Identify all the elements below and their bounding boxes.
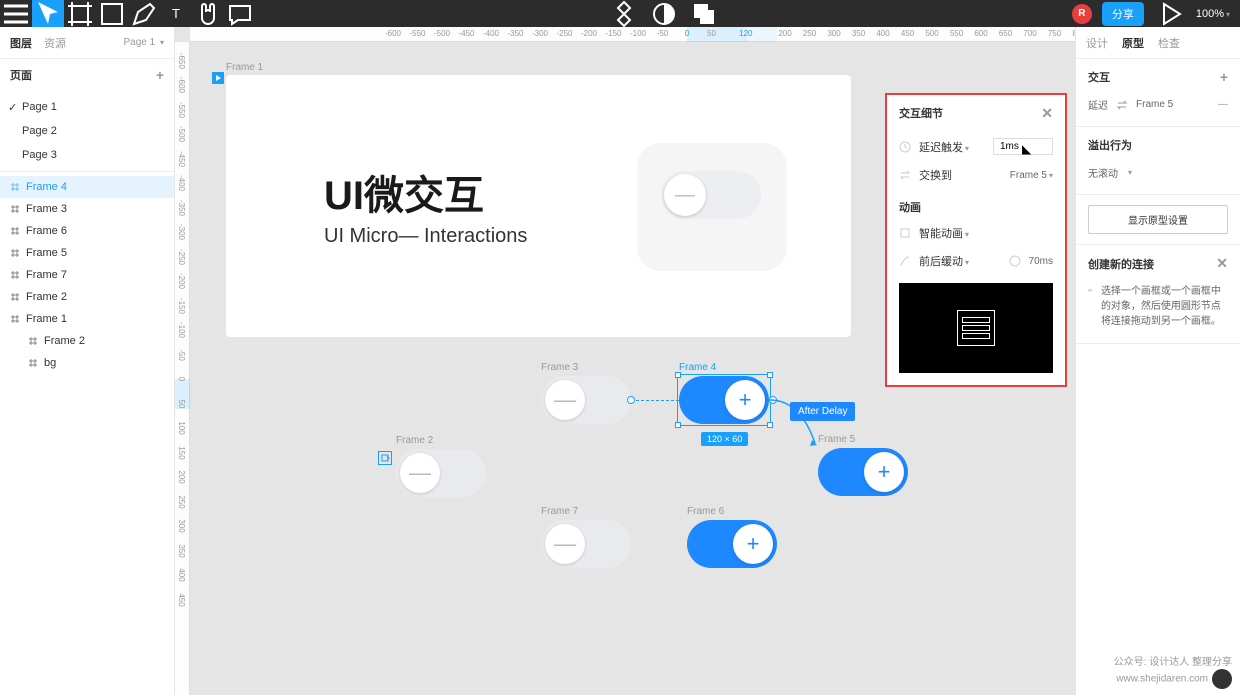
tab-prototype[interactable]: 原型 [1122, 35, 1144, 51]
frame-7[interactable]: Frame 7 — [541, 520, 631, 568]
frame4-label: Frame 4 [679, 362, 716, 373]
layer-item[interactable]: Frame 3 [0, 198, 174, 220]
zoom-level[interactable]: 100%▾ [1196, 8, 1230, 20]
frame-2[interactable]: Frame 2 — [396, 449, 486, 497]
user-avatar[interactable]: R [1072, 4, 1092, 24]
present-button[interactable] [1154, 0, 1186, 27]
cursor-icon: ◣ [1022, 142, 1031, 156]
layer-item[interactable]: Frame 7 [0, 264, 174, 286]
frame1-subtitle: UI Micro— Interactions [324, 225, 527, 248]
frame5-label: Frame 5 [818, 434, 855, 445]
layer-item[interactable]: Frame 4 [0, 176, 174, 198]
close-detail-button[interactable]: ✕ [1041, 105, 1053, 122]
interaction-row[interactable]: 延迟 Frame 5 — [1088, 93, 1228, 116]
layer-item[interactable]: Frame 5 [0, 242, 174, 264]
pen-tool[interactable] [128, 0, 160, 27]
top-toolbar: T R 分享 100%▾ [0, 0, 1240, 27]
hand-tool[interactable] [192, 0, 224, 27]
add-page-button[interactable]: + [156, 67, 164, 83]
toggle-large: — [661, 171, 761, 219]
pages-header: 页面 [10, 67, 32, 83]
text-tool[interactable]: T [160, 0, 192, 27]
page-selector[interactable]: Page 1 ▾ [124, 37, 165, 48]
interaction-detail-panel: 交互细节 ✕ 延迟触发▾ 交换到 Frame 5▾ 动画 智能动画▾ [885, 93, 1067, 387]
move-tool[interactable] [32, 0, 64, 27]
interactions-header: 交互 [1088, 69, 1110, 85]
duration-icon [1009, 255, 1021, 267]
frame-tool[interactable] [64, 0, 96, 27]
frame-1[interactable]: UI微交互 UI Micro— Interactions — [226, 75, 851, 337]
swap-label[interactable]: 交换到 [919, 167, 1002, 183]
component-icon[interactable] [608, 0, 640, 27]
tab-assets[interactable]: 资源 [44, 35, 66, 51]
toggle-container: — [637, 143, 787, 271]
mask-icon[interactable] [648, 0, 680, 27]
selection-box [677, 374, 771, 426]
frame-6[interactable]: Frame 6 + [687, 520, 777, 568]
page-item[interactable]: Page 1 [0, 95, 174, 119]
swap-target[interactable]: Frame 5▾ [1010, 170, 1053, 181]
new-connection-help: 选择一个画框或一个画框中的对象，然后使用圆形节点将连接拖动到另一个画框。 [1101, 284, 1228, 329]
ruler-vertical: -650-600-550-500-450-400-350-300-250-200… [175, 42, 190, 695]
frame3-label: Frame 3 [541, 362, 578, 373]
easing-label[interactable]: 前后缓动▾ [919, 253, 1001, 269]
layers-panel: 图层 资源 Page 1 ▾ 页面 + Page 1Page 2Page 3 F… [0, 27, 175, 695]
trigger-label[interactable]: 延迟触发▾ [919, 139, 985, 155]
layer-item[interactable]: Frame 2 [0, 330, 174, 352]
layer-item[interactable]: Frame 2 [0, 286, 174, 308]
overflow-header: 溢出行为 [1088, 137, 1132, 153]
inspector-panel: 设计 原型 检查 交互 + 延迟 Frame 5 — 溢出行为 无滚动▾ 显示原… [1075, 27, 1240, 695]
comment-tool[interactable] [224, 0, 256, 27]
connection-help-icon [1088, 284, 1093, 298]
close-new-connection[interactable]: ✕ [1216, 255, 1228, 272]
page-item[interactable]: Page 3 [0, 143, 174, 167]
swap-icon [899, 169, 911, 181]
swap-icon [1116, 99, 1128, 111]
union-icon[interactable] [688, 0, 720, 27]
canvas-area[interactable]: -600-550-500-450-400-350-300-250-200-150… [175, 27, 1075, 695]
layer-item[interactable]: Frame 1 [0, 308, 174, 330]
easing-duration[interactable]: 70ms [1029, 256, 1053, 267]
animation-preview [899, 283, 1053, 373]
clock-icon [899, 141, 911, 153]
prototype-icon[interactable] [378, 451, 392, 465]
shape-tool[interactable] [96, 0, 128, 27]
easing-icon [899, 255, 911, 267]
smart-animate-label[interactable]: 智能动画▾ [919, 225, 1053, 241]
tab-design[interactable]: 设计 [1086, 35, 1108, 51]
new-connection-header: 创建新的连接 [1088, 256, 1154, 272]
watermark: 公众号: 设计达人 整理分享 www.shejidaren.com [1114, 656, 1232, 689]
connection-node[interactable] [627, 396, 635, 404]
ruler-horizontal: -600-550-500-450-400-350-300-250-200-150… [190, 27, 1075, 42]
frame1-title: UI微交互 [324, 163, 527, 221]
smart-anim-icon [899, 227, 911, 239]
detail-title: 交互细节 [899, 105, 943, 122]
animation-header: 动画 [887, 189, 1065, 219]
tab-layers[interactable]: 图层 [10, 35, 32, 51]
frame6-label: Frame 6 [687, 506, 724, 517]
frame7-label: Frame 7 [541, 506, 578, 517]
frame1-label[interactable]: Frame 1 [226, 62, 263, 73]
layer-item[interactable]: bg [0, 352, 174, 374]
layer-item[interactable]: Frame 6 [0, 220, 174, 242]
tab-inspect[interactable]: 检查 [1158, 35, 1180, 51]
prototype-start-badge[interactable] [212, 72, 224, 84]
frame-5[interactable]: Frame 5 + [818, 448, 908, 496]
show-prototype-settings-button[interactable]: 显示原型设置 [1088, 205, 1228, 234]
menu-button[interactable] [0, 0, 32, 27]
add-interaction-button[interactable]: + [1220, 69, 1228, 85]
after-delay-badge[interactable]: After Delay [790, 402, 855, 421]
frame-3[interactable]: Frame 3 — [541, 376, 631, 424]
frame2-label: Frame 2 [396, 435, 433, 446]
frame-4[interactable]: Frame 4 + 120 × 60 [679, 376, 769, 424]
dimension-badge: 120 × 60 [701, 432, 748, 446]
page-item[interactable]: Page 2 [0, 119, 174, 143]
share-button[interactable]: 分享 [1102, 2, 1144, 26]
overflow-value[interactable]: 无滚动▾ [1088, 161, 1228, 184]
